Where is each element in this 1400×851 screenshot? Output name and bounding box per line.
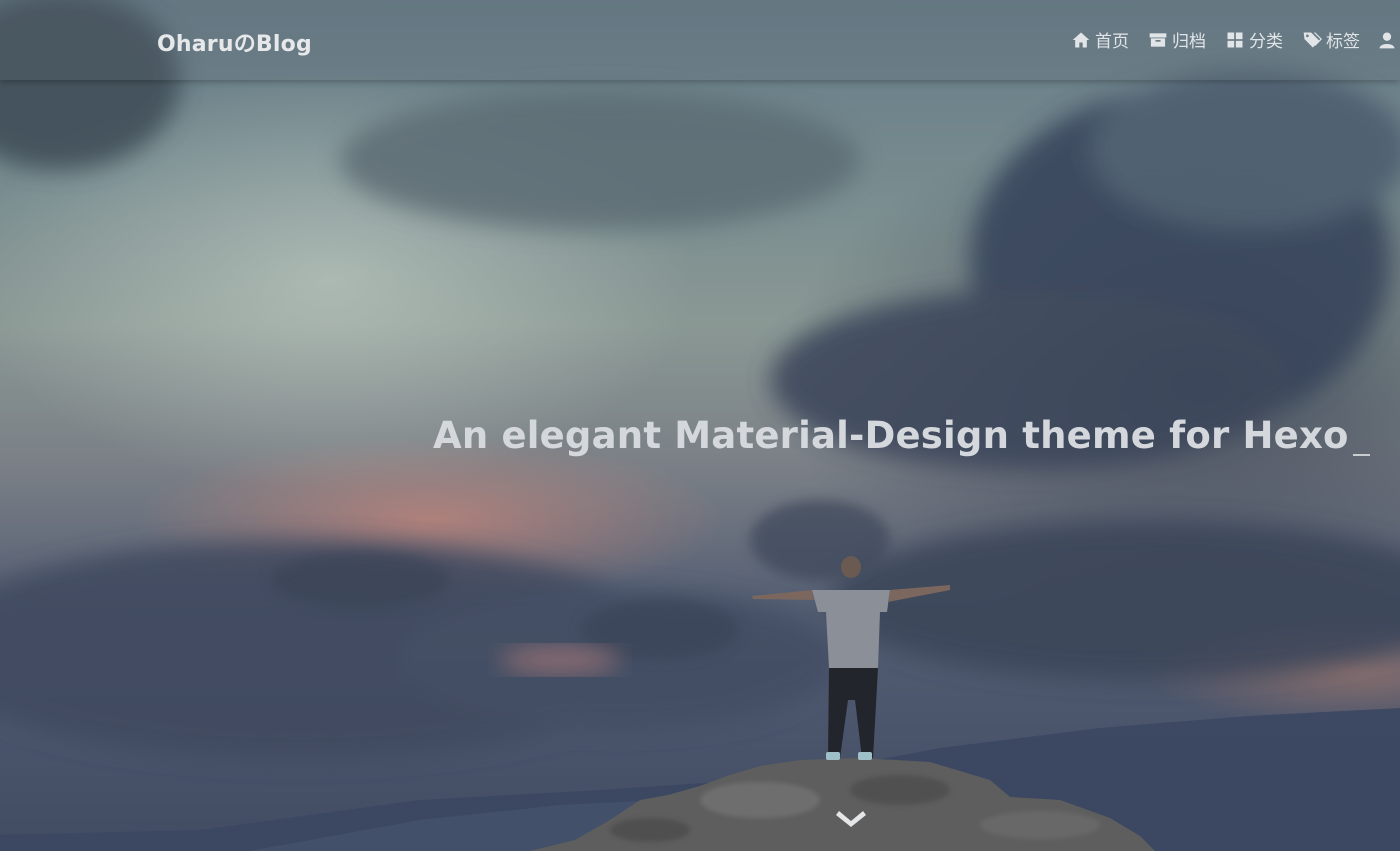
archive-icon — [1147, 30, 1169, 50]
user-icon — [1376, 30, 1397, 50]
nav-item-home[interactable]: 首页 — [1070, 27, 1129, 52]
tags-icon — [1301, 30, 1323, 50]
home-icon — [1070, 30, 1092, 50]
nav-item-categories[interactable]: 分类 — [1224, 27, 1283, 52]
chevron-down-icon — [836, 811, 866, 827]
main-nav: 首页 归档 分类 标签 — [1052, 27, 1400, 52]
nav-item-tags[interactable]: 标签 — [1301, 27, 1360, 52]
categories-icon — [1224, 30, 1246, 50]
hero-banner: OharuのBlog 首页 归档 分类 标签 An elegant Materi… — [0, 0, 1400, 851]
nav-item-label: 分类 — [1249, 32, 1283, 52]
nav-item-archives[interactable]: 归档 — [1147, 27, 1206, 52]
nav-item-label: 首页 — [1095, 32, 1129, 52]
nav-item-about[interactable] — [1376, 30, 1400, 50]
typing-cursor — [1352, 454, 1370, 456]
hero-headline-text: An elegant Material-Design theme for Hex… — [433, 414, 1349, 457]
nav-item-label: 标签 — [1326, 32, 1360, 52]
nav-item-label: 归档 — [1172, 32, 1206, 52]
site-title[interactable]: OharuのBlog — [157, 26, 312, 58]
scroll-down-button[interactable] — [836, 806, 866, 828]
top-navbar: OharuのBlog 首页 归档 分类 标签 — [0, 0, 1400, 80]
hero-headline: An elegant Material-Design theme for Hex… — [433, 414, 1370, 457]
